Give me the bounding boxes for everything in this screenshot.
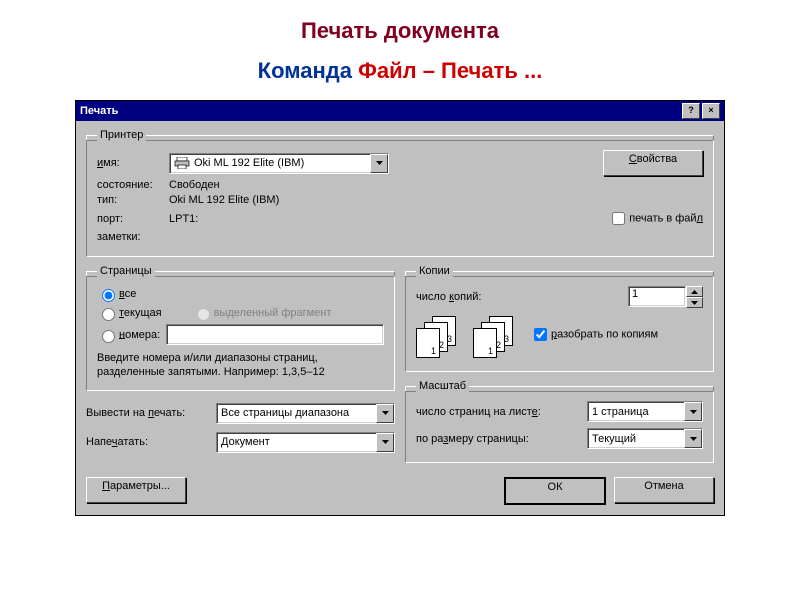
print-label: Напечатать: <box>86 436 216 448</box>
port-label: порт: <box>97 213 169 225</box>
copies-legend: Копии <box>416 265 453 277</box>
spin-down-icon[interactable] <box>686 297 703 308</box>
type-value: Oki ML 192 Elite (IBM) <box>169 194 279 206</box>
radio-current-input[interactable] <box>102 308 115 321</box>
printer-name-value: Oki ML 192 Elite (IBM) <box>194 157 370 169</box>
titlebar[interactable]: Печать ? × <box>76 101 724 121</box>
name-label: имя: <box>97 157 169 169</box>
print-what-label: Вывести на печать: <box>86 407 216 419</box>
close-button[interactable]: × <box>702 103 720 119</box>
collate-input[interactable] <box>534 328 547 341</box>
options-button[interactable]: Параметры... <box>86 477 186 503</box>
copies-group: Копии число копий: 1 3 <box>405 265 714 372</box>
printer-icon <box>174 157 190 169</box>
radio-numbers-input[interactable] <box>102 330 115 343</box>
fit-value: Текущий <box>592 433 684 445</box>
properties-button[interactable]: Свойства <box>603 150 703 176</box>
radio-current[interactable]: текущая <box>97 305 162 321</box>
pages-per-sheet-label: число страниц на листе: <box>416 406 587 418</box>
ok-button[interactable]: ОК <box>504 477 606 505</box>
copies-spinner[interactable]: 1 <box>628 286 703 308</box>
fit-combo[interactable]: Текущий <box>587 428 703 449</box>
spin-up-icon[interactable] <box>686 286 703 297</box>
header-title: Печать документа <box>0 18 800 44</box>
chevron-down-icon[interactable] <box>376 404 394 423</box>
help-button[interactable]: ? <box>682 103 700 119</box>
printer-name-combo[interactable]: Oki ML 192 Elite (IBM) <box>169 153 389 174</box>
pages-per-sheet-value: 1 страница <box>592 406 684 418</box>
print-what-combo[interactable]: Все страницы диапазона <box>216 403 395 424</box>
print-to-file-input[interactable] <box>612 212 625 225</box>
radio-all[interactable]: все <box>97 286 136 302</box>
copies-value[interactable]: 1 <box>628 286 686 307</box>
notes-label: заметки: <box>97 231 169 243</box>
print-what-value: Все страницы диапазона <box>221 407 376 419</box>
printer-legend: Принтер <box>97 129 146 141</box>
printer-group: Принтер имя: Oki ML 192 Elite (IBM) Свой… <box>86 129 714 257</box>
print-to-file-checkbox[interactable]: печать в файл <box>608 209 703 228</box>
print-dialog: Печать ? × Принтер имя: Oki ML 192 Elite… <box>75 100 725 516</box>
header-subtitle: Команда Файл – Печать ... <box>0 58 800 84</box>
print-to-file-label: печать в файл <box>629 212 703 224</box>
type-label: тип: <box>97 194 169 206</box>
collate-checkbox[interactable]: разобрать по копиям <box>530 325 658 344</box>
page-numbers-input[interactable] <box>166 324 384 345</box>
pages-per-sheet-combo[interactable]: 1 страница <box>587 401 703 422</box>
radio-all-input[interactable] <box>102 289 115 302</box>
cancel-button[interactable]: Отмена <box>614 477 714 503</box>
collate-illustration-1: 3 2 1 <box>416 316 461 358</box>
copies-count-label: число копий: <box>416 291 628 303</box>
chevron-down-icon[interactable] <box>684 402 702 421</box>
slide-header: Печать документа Команда Файл – Печать .… <box>0 0 800 88</box>
chevron-down-icon[interactable] <box>370 154 388 173</box>
fit-label: по размеру страницы: <box>416 433 587 445</box>
radio-selection: выделенный фрагмент <box>192 305 332 321</box>
collate-illustration-2: 3 2 1 <box>473 316 518 358</box>
scale-group: Масштаб число страниц на листе: 1 страни… <box>405 380 714 463</box>
status-value: Свободен <box>169 179 220 191</box>
pages-legend: Страницы <box>97 265 155 277</box>
scale-legend: Масштаб <box>416 380 469 392</box>
pages-hint: Введите номера и/или диапазоны страниц, … <box>97 351 384 380</box>
pages-group: Страницы все текущая выделенный фрагмент… <box>86 265 395 391</box>
radio-selection-input <box>197 308 210 321</box>
status-label: состояние: <box>97 179 169 191</box>
print-combo[interactable]: Документ <box>216 432 395 453</box>
dialog-title: Печать <box>80 105 680 117</box>
print-value: Документ <box>221 436 376 448</box>
chevron-down-icon[interactable] <box>684 429 702 448</box>
collate-label: разобрать по копиям <box>551 328 658 340</box>
radio-numbers[interactable]: номера: <box>97 327 160 343</box>
chevron-down-icon[interactable] <box>376 433 394 452</box>
port-value: LPT1: <box>169 213 198 225</box>
